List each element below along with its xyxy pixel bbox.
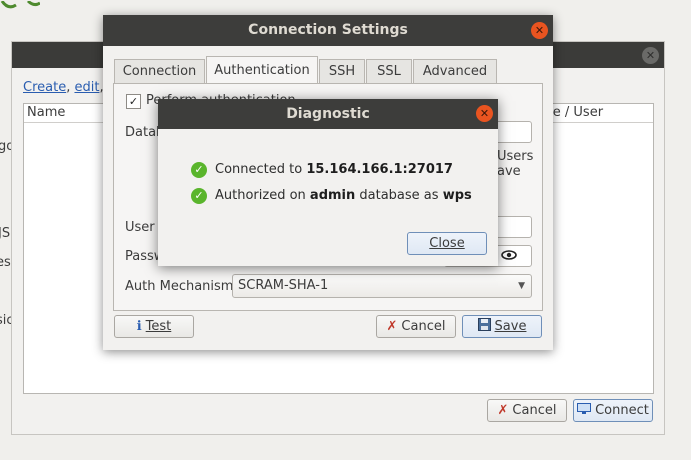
edge-fragment: es — [0, 255, 11, 270]
cancel-button[interactable]: ✗ Cancel — [487, 399, 567, 422]
column-header-user[interactable]: se / User — [546, 105, 603, 120]
edit-link[interactable]: edit — [74, 80, 99, 95]
x-icon: ✗ — [386, 319, 398, 334]
create-link[interactable]: Create — [23, 80, 66, 95]
diagnostic-connected-line: Connected to 15.164.166.1:27017 — [215, 162, 453, 177]
leaf-icon — [0, 0, 41, 10]
chevron-down-icon: ▼ — [518, 281, 525, 291]
users-note: Users — [497, 149, 534, 164]
close-button[interactable]: Close — [407, 232, 487, 255]
diagnostic-title: Diagnostic — [158, 99, 498, 129]
close-icon[interactable]: ✕ — [531, 22, 548, 39]
close-icon[interactable]: ✕ — [642, 47, 659, 64]
column-header-name[interactable]: Name — [27, 105, 65, 120]
users-note: ave — [497, 164, 521, 179]
auth-mechanism-select[interactable]: SCRAM-SHA-1 ▼ — [232, 274, 532, 298]
cancel-button[interactable]: ✗ Cancel — [376, 315, 456, 338]
user-label: User I — [125, 220, 163, 235]
connect-button[interactable]: Connect — [573, 399, 653, 422]
close-icon[interactable]: ✕ — [476, 105, 493, 122]
eye-icon[interactable] — [501, 249, 517, 265]
tab-ssl[interactable]: SSL — [366, 59, 412, 83]
save-button[interactable]: Save — [462, 315, 542, 338]
info-icon: ℹ — [136, 319, 142, 334]
tab-authentication[interactable]: Authentication — [206, 56, 318, 84]
host-address: 15.164.166.1:27017 — [306, 162, 453, 177]
connection-links: Create, edit, r — [23, 80, 113, 95]
auth-mechanism-label: Auth Mechanism — [125, 279, 234, 294]
diagnostic-authorized-line: Authorized on admin database as wps — [215, 188, 472, 203]
check-circle-icon: ✓ — [191, 162, 207, 178]
perform-auth-checkbox[interactable]: ✓ — [126, 94, 141, 109]
x-icon: ✗ — [497, 403, 509, 418]
diagnostic-dialog: Diagnostic ✕ ✓ Connected to 15.164.166.1… — [158, 99, 498, 266]
edge-fragment: JS — [0, 226, 11, 241]
tab-connection[interactable]: Connection — [114, 59, 205, 83]
tab-advanced[interactable]: Advanced — [413, 59, 497, 83]
database-name: admin — [309, 188, 356, 203]
test-button[interactable]: ℹ Test — [114, 315, 194, 338]
check-circle-icon: ✓ — [191, 188, 207, 204]
tab-ssh[interactable]: SSH — [319, 59, 365, 83]
dialog-title: Connection Settings — [103, 15, 553, 46]
user-name: wps — [442, 188, 472, 203]
monitor-icon — [577, 402, 592, 419]
floppy-icon — [477, 318, 491, 335]
